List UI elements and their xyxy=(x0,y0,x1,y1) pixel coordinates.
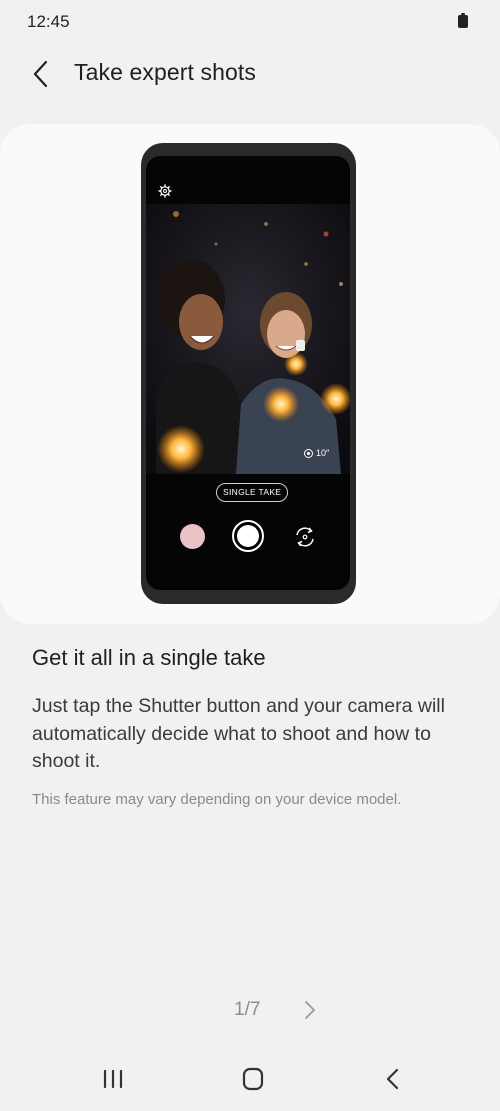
navigation-bar xyxy=(0,1050,500,1111)
page-indicator: 1/7 xyxy=(234,999,261,1020)
page-title: Take expert shots xyxy=(74,59,256,85)
gallery-thumbnail[interactable] xyxy=(180,524,205,549)
single-take-mode-label: SINGLE TAKE xyxy=(216,483,289,502)
back-icon xyxy=(386,1068,399,1090)
chevron-right-icon xyxy=(305,1001,315,1019)
status-bar: 12:45 xyxy=(0,0,500,44)
preview-photo xyxy=(146,204,350,474)
settings-icon[interactable] xyxy=(158,184,172,198)
feature-description: Just tap the Shutter button and your cam… xyxy=(32,695,445,772)
timer-label: 10″ xyxy=(316,448,330,458)
battery-icon xyxy=(458,13,468,28)
timer-icon xyxy=(304,448,313,458)
status-time: 12:45 xyxy=(27,12,70,31)
header: Take expert shots xyxy=(0,50,500,98)
home-button[interactable] xyxy=(236,1066,270,1092)
camera-preview-screen: 10″ SINGLE TAKE xyxy=(146,156,350,590)
home-icon xyxy=(242,1067,264,1091)
shutter-button[interactable] xyxy=(232,520,264,552)
back-nav-button[interactable] xyxy=(376,1066,410,1092)
recents-button[interactable] xyxy=(96,1066,130,1092)
chevron-left-icon xyxy=(33,60,48,88)
switch-camera-icon[interactable] xyxy=(292,524,318,550)
feature-heading: Get it all in a single take xyxy=(32,645,266,670)
recents-icon xyxy=(103,1069,123,1089)
timer-badge[interactable]: 10″ xyxy=(304,448,329,458)
next-page-button[interactable] xyxy=(296,996,324,1024)
back-button[interactable] xyxy=(22,52,62,96)
device-note: This feature may vary depending on your … xyxy=(32,791,402,808)
